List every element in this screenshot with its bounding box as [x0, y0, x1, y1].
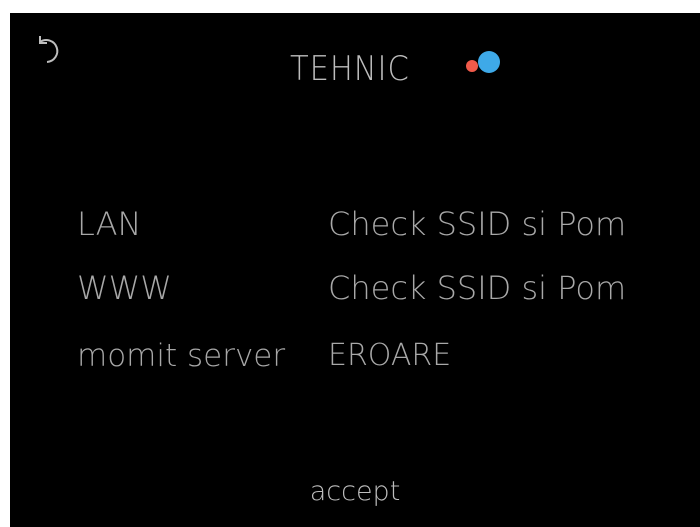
status-dot-red [466, 60, 478, 72]
www-status: Check SSID si Pom [328, 269, 627, 307]
lan-status: Check SSID si Pom [328, 205, 627, 243]
status-indicator [466, 51, 510, 75]
www-label: WWW [77, 269, 172, 307]
page-title: TEHNIC [290, 49, 410, 89]
undo-arrow-icon [39, 36, 59, 63]
back-button[interactable] [30, 33, 70, 73]
server-status: EROARE [328, 338, 452, 373]
accept-button[interactable]: accept [10, 476, 700, 507]
status-dot-blue [478, 51, 500, 73]
screen: TEHNIC LAN Check SSID si Pom WWW Check S… [10, 13, 700, 527]
server-label: momit server [77, 338, 286, 374]
lan-label: LAN [77, 205, 142, 243]
